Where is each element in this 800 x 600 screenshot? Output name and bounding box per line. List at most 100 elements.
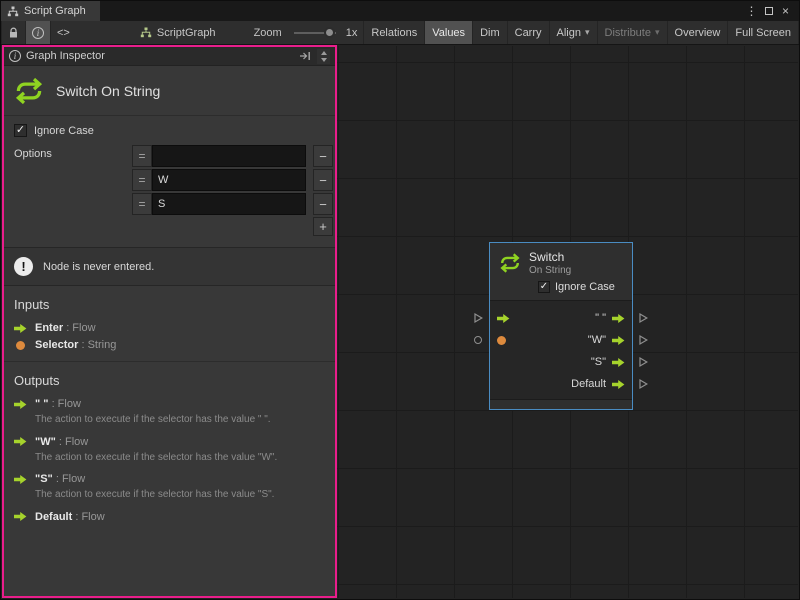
value-dot-icon bbox=[16, 341, 25, 350]
option-add-row: + bbox=[132, 217, 333, 236]
output-port-space: " " : Flow bbox=[4, 395, 335, 412]
ignore-case-checkbox[interactable]: ✓ bbox=[538, 281, 550, 293]
distribute-dropdown[interactable]: Distribute ▾ bbox=[597, 21, 667, 44]
inspector-node-title: Switch On String bbox=[56, 83, 160, 99]
port-description: The action to execute if the selector ha… bbox=[4, 412, 335, 433]
window-menu-button[interactable]: ⋮ bbox=[743, 2, 760, 20]
external-output-port[interactable] bbox=[639, 313, 648, 324]
switch-icon bbox=[499, 252, 521, 274]
unity-graph-window: Script Graph ⋮ × i <> ScriptGraph Zoom bbox=[0, 0, 800, 600]
lock-button[interactable] bbox=[1, 21, 25, 44]
port-name: "S" bbox=[35, 473, 53, 485]
port-type: : String bbox=[81, 339, 116, 351]
scroll-up-icon[interactable] bbox=[321, 51, 327, 55]
port-row-default: Default bbox=[490, 373, 632, 395]
option-value-input[interactable] bbox=[152, 145, 306, 167]
ignore-case-checkbox[interactable]: ✓ bbox=[14, 124, 27, 137]
remove-option-button[interactable]: − bbox=[313, 169, 333, 191]
fullscreen-label: Full Screen bbox=[735, 27, 791, 39]
inspector-scroll-spinner[interactable] bbox=[317, 49, 330, 64]
external-output-port[interactable] bbox=[639, 335, 648, 346]
inspector-node-title-row: Switch On String bbox=[4, 66, 335, 115]
option-value-input[interactable] bbox=[152, 193, 306, 215]
dim-button[interactable]: Dim bbox=[472, 21, 507, 44]
port-name: Enter bbox=[35, 322, 63, 334]
flow-output-arrow-icon[interactable] bbox=[612, 379, 625, 390]
graph-toolbar: i <> ScriptGraph Zoom 1x Relations Value… bbox=[1, 21, 799, 45]
node-subtitle: On String bbox=[529, 265, 571, 276]
graph-icon bbox=[7, 6, 19, 17]
output-port-w: "W" : Flow bbox=[4, 433, 335, 450]
zoom-slider[interactable] bbox=[294, 22, 336, 44]
flow-output-arrow-icon[interactable] bbox=[612, 335, 625, 346]
scroll-down-icon[interactable] bbox=[321, 58, 327, 62]
zoom-slider-handle[interactable] bbox=[324, 27, 335, 38]
selector-value-port-icon[interactable] bbox=[497, 336, 506, 345]
flow-arrow-icon bbox=[14, 474, 27, 485]
external-output-port[interactable] bbox=[639, 357, 648, 368]
node-ports: " " "W" bbox=[490, 300, 632, 399]
inspector-header: i Graph Inspector bbox=[4, 47, 335, 66]
graph-breadcrumb[interactable]: ScriptGraph bbox=[134, 21, 222, 44]
node-ignore-case-row: ✓ Ignore Case bbox=[490, 278, 632, 300]
info-icon: i bbox=[32, 27, 44, 39]
relations-button[interactable]: Relations bbox=[363, 21, 424, 44]
port-name: Default bbox=[35, 511, 72, 523]
option-row: = − bbox=[132, 145, 333, 167]
ignore-case-label: Ignore Case bbox=[555, 281, 615, 293]
dim-label: Dim bbox=[480, 27, 500, 39]
add-option-button[interactable]: + bbox=[313, 217, 333, 236]
fullscreen-button[interactable]: Full Screen bbox=[727, 21, 799, 44]
port-name: Selector bbox=[35, 339, 78, 351]
title-bar: Script Graph ⋮ × bbox=[1, 1, 799, 21]
output-port-default: Default : Flow bbox=[4, 508, 335, 525]
external-value-input-port[interactable] bbox=[474, 336, 482, 344]
drag-handle-icon[interactable]: = bbox=[132, 169, 152, 191]
close-button[interactable]: × bbox=[777, 2, 794, 20]
option-value-input[interactable] bbox=[152, 169, 306, 191]
code-view-button[interactable]: <> bbox=[50, 21, 76, 44]
kebab-menu-icon: ⋮ bbox=[746, 4, 758, 18]
remove-option-button[interactable]: − bbox=[313, 193, 333, 215]
switch-on-string-node[interactable]: Switch On String ✓ Ignore Case " " bbox=[489, 242, 633, 410]
port-row-selector: "W" bbox=[490, 329, 632, 351]
values-label: Values bbox=[432, 27, 465, 39]
inspector-toggle-button[interactable]: i bbox=[25, 21, 50, 44]
remove-option-button[interactable]: − bbox=[313, 145, 333, 167]
option-row: = − bbox=[132, 169, 333, 191]
flow-output-arrow-icon[interactable] bbox=[612, 357, 625, 368]
inputs-header: Inputs bbox=[4, 286, 335, 319]
options-label: Options bbox=[14, 145, 132, 236]
port-name: "W" bbox=[35, 436, 56, 448]
outputs-header: Outputs bbox=[4, 362, 335, 395]
lock-icon bbox=[8, 27, 19, 39]
input-port-enter: Enter : Flow bbox=[4, 319, 335, 336]
output-port-s: "S" : Flow bbox=[4, 470, 335, 487]
carry-button[interactable]: Carry bbox=[507, 21, 549, 44]
flow-input-arrow-icon[interactable] bbox=[497, 313, 510, 324]
maximize-button[interactable] bbox=[760, 2, 777, 20]
carry-label: Carry bbox=[515, 27, 542, 39]
values-button[interactable]: Values bbox=[424, 21, 472, 44]
options-section: Options = − = − = − + bbox=[4, 140, 335, 236]
flow-output-arrow-icon[interactable] bbox=[612, 313, 625, 324]
script-graph-icon bbox=[140, 27, 152, 38]
external-output-port[interactable] bbox=[639, 379, 648, 390]
node-header[interactable]: Switch On String bbox=[490, 243, 632, 278]
port-row-enter: " " bbox=[490, 307, 632, 329]
port-type: : Flow bbox=[66, 322, 95, 334]
drag-handle-icon[interactable]: = bbox=[132, 193, 152, 215]
align-dropdown[interactable]: Align ▾ bbox=[549, 21, 597, 44]
ignore-case-row: ✓ Ignore Case bbox=[4, 116, 335, 140]
zoom-label: Zoom bbox=[248, 21, 288, 44]
overview-button[interactable]: Overview bbox=[667, 21, 728, 44]
dock-icon[interactable] bbox=[299, 51, 311, 61]
inspector-header-title: Graph Inspector bbox=[26, 50, 105, 62]
align-label: Align bbox=[557, 27, 581, 39]
drag-handle-icon[interactable]: = bbox=[132, 145, 152, 167]
warning-icon: ! bbox=[14, 257, 33, 276]
warning-text: Node is never entered. bbox=[43, 261, 154, 273]
tab-script-graph[interactable]: Script Graph bbox=[1, 1, 100, 21]
port-type: : Flow bbox=[75, 511, 104, 523]
external-flow-input-port[interactable] bbox=[474, 313, 483, 324]
